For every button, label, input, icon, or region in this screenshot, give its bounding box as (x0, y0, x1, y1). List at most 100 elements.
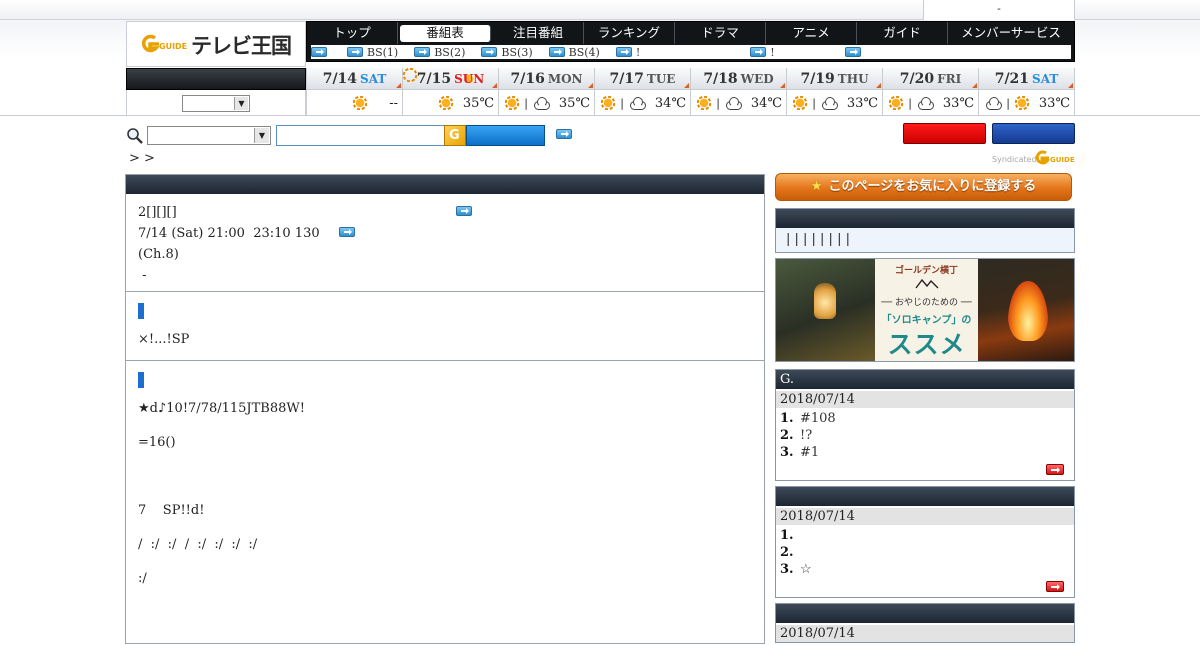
nav-tab-6[interactable]: ガイド (857, 22, 948, 44)
day-header[interactable]: 7/16 MON (499, 68, 594, 90)
day-date: 7/16 (510, 71, 545, 87)
ranking-item[interactable]: 1. #108 (780, 410, 1070, 427)
search-button[interactable] (466, 125, 545, 146)
nav-sub-item-3[interactable]: BS(3) (481, 46, 533, 59)
day-header[interactable]: 7/15 SUN (403, 68, 498, 90)
arrow-icon (414, 47, 431, 57)
banner-lantern-image (776, 259, 875, 361)
nav-tabs: トップ 番組表 注目番組 ランキング ドラマ アニメ ガイド メンバーサービス (307, 22, 1074, 44)
nav-sub-item-2[interactable]: BS(2) (414, 46, 465, 59)
description-line (138, 466, 752, 487)
add-favorite-button[interactable]: ★ このページをお気に入りに登録する (775, 173, 1072, 201)
ranking-title: G. (776, 370, 1074, 389)
day-header[interactable]: 7/21 SAT (979, 68, 1074, 90)
nav-tab-0[interactable]: トップ (307, 22, 398, 44)
day-header[interactable]: 7/18 WED (691, 68, 786, 90)
nav-sub-item-6[interactable]: ! (750, 46, 775, 59)
register-blue-button[interactable] (992, 123, 1075, 144)
ranking-item[interactable]: 1. (780, 527, 1070, 544)
nav-sub-item-4[interactable]: BS(4) (548, 46, 600, 59)
more-arrow-icon[interactable] (1046, 581, 1064, 592)
day-column[interactable]: 7/17 TUE | 34℃ (595, 68, 691, 116)
ranking-item[interactable]: 2.!? (780, 427, 1070, 444)
day-weather: | 35℃ (499, 90, 594, 116)
banner-brand: ゴールデン横丁 (894, 266, 958, 276)
ranking-text: #108 (800, 411, 836, 426)
weather-separator: | (812, 96, 816, 110)
nav-tab-1[interactable]: 番組表 (400, 25, 491, 42)
region-header (126, 68, 306, 90)
arrow-icon (844, 47, 861, 57)
nav-sub-item-7[interactable] (844, 47, 865, 57)
program-time-arrow-icon[interactable] (339, 227, 355, 237)
program-title: 2[][][] (138, 205, 177, 220)
day-column[interactable]: 7/16 MON | 35℃ (499, 68, 595, 116)
region-select-cell (126, 90, 306, 116)
search-input[interactable] (276, 125, 446, 146)
nav-sub-item-1[interactable]: BS(1) (347, 46, 398, 59)
ranking-number: 3. (780, 445, 794, 460)
search-category-select[interactable] (147, 126, 271, 145)
ranking-item[interactable]: 2. (780, 544, 1070, 561)
banner-solo: 「ソロキャンプ」の (881, 315, 972, 326)
ranking-date: 2018/07/14 (776, 508, 1074, 525)
syndicated-g-guide-icon: GUIDE (1035, 150, 1075, 165)
region-select[interactable] (182, 95, 250, 112)
day-header[interactable]: 7/17 TUE (595, 68, 690, 90)
nav-sub-item-0[interactable] (311, 47, 331, 57)
program-title-arrow-icon[interactable] (456, 206, 472, 216)
search-go-arrow-icon[interactable] (556, 129, 572, 139)
nav-sub-item-5[interactable]: ! (615, 45, 641, 59)
g-guide-search-icon: G (444, 125, 466, 146)
login-red-button[interactable] (903, 123, 986, 144)
search-row: G (126, 123, 1075, 150)
more-arrow-icon[interactable] (1046, 464, 1064, 475)
day-column[interactable]: 7/20 FRI | 33℃ (883, 68, 979, 116)
sun-icon (889, 96, 904, 110)
nav-tab-5[interactable]: アニメ (766, 22, 857, 44)
add-favorite-label: このページをお気に入りに登録する (828, 179, 1037, 194)
ranking-number: 3. (780, 562, 794, 577)
sun-icon (505, 96, 520, 110)
day-header[interactable]: 7/20 FRI (883, 68, 978, 90)
genre-box-header (776, 209, 1074, 228)
nav-tab-4[interactable]: ドラマ (675, 22, 766, 44)
program-description: ★d♪10!7/78/115JTB88W! =16() 7 SP!!d! / :/ :… (138, 398, 752, 589)
day-temperature: -- (389, 95, 398, 111)
day-date: 7/17 (609, 71, 644, 87)
arrow-icon (311, 47, 327, 57)
ranking-text: !? (800, 428, 813, 443)
day-temperature: 35℃ (558, 95, 590, 111)
nav-sub-label: ! (635, 45, 641, 59)
day-column[interactable]: 7/14 SAT -- (306, 68, 403, 116)
day-header[interactable]: 7/19 THU (787, 68, 882, 90)
day-column[interactable]: 7/21 SAT | 33℃ (979, 68, 1075, 116)
banner-headline: ススメ (887, 330, 966, 359)
sun-icon (438, 96, 453, 110)
ranking-item[interactable]: 3. #1 (780, 444, 1070, 461)
ranking-number: 1. (780, 411, 794, 426)
ranking-box: 2018/07/14 1. 2. 3. ☆ (775, 486, 1075, 598)
day-weather: | 34℃ (595, 90, 690, 116)
site-logo[interactable]: GUIDE テレビ王国 (126, 21, 306, 67)
ranking-item[interactable]: 3. ☆ (780, 561, 1070, 578)
day-column[interactable]: 7/15 SUN 35℃ (403, 68, 499, 116)
day-of-week: MON (547, 72, 583, 86)
day-header[interactable]: 7/14 SAT (307, 68, 402, 90)
nav-tab-3[interactable]: ランキング (584, 22, 675, 44)
ranking-title (776, 604, 1074, 623)
weather-separator: | (716, 96, 720, 110)
day-column[interactable]: 7/19 THU | 33℃ (787, 68, 883, 116)
sun-icon (697, 96, 712, 110)
cloud-icon (629, 96, 646, 110)
program-info-section: 2[][][] 7/14 (Sat) 21:00 23:10 130 (Ch.8… (126, 194, 764, 292)
day-of-week: FRI (937, 72, 962, 86)
solo-camp-banner[interactable]: ゴールデン横丁 ── おやじのための ── 「ソロキャンプ」の ススメ (775, 258, 1075, 362)
day-weather: -- (307, 90, 402, 116)
genre-links[interactable]: | | | | | | | | (776, 228, 1074, 252)
day-column[interactable]: 7/18 WED | 34℃ (691, 68, 787, 116)
program-summary: ×!...!SP (138, 332, 190, 347)
nav-tab-2[interactable]: 注目番組 (493, 22, 584, 44)
nav-tab-7[interactable]: メンバーサービス (948, 22, 1074, 44)
star-icon: ★ (810, 179, 823, 194)
